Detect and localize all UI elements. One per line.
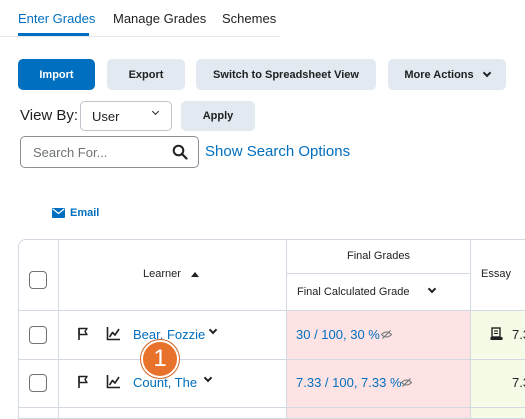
grades-table: Learner Final Grades Final Calculated Gr…	[18, 239, 525, 419]
learner-column-header[interactable]: Learner	[143, 268, 181, 280]
essay-column-header[interactable]: Essay	[481, 268, 511, 280]
column-divider	[286, 240, 287, 418]
progress-chart-icon[interactable]	[106, 326, 121, 341]
view-by-label: View By:	[20, 107, 79, 124]
chevron-down-icon[interactable]	[203, 373, 213, 383]
email-label: Email	[70, 207, 100, 219]
search-placeholder: Search For...	[33, 145, 108, 160]
chevron-down-icon	[151, 107, 160, 116]
final-grade-link[interactable]: 7.33 / 100, 7.33 %	[296, 375, 402, 390]
final-grade-link[interactable]: 30 / 100, 30 %	[296, 327, 380, 342]
hidden-eye-icon	[401, 378, 412, 387]
row-divider	[19, 407, 525, 408]
essay-grade-value[interactable]: 7.3	[512, 327, 525, 342]
switch-spreadsheet-view-button[interactable]: Switch to Spreadsheet View	[196, 59, 376, 90]
export-button[interactable]: Export	[107, 59, 185, 90]
switch-spreadsheet-view-label: Switch to Spreadsheet View	[213, 68, 359, 81]
callout-number: 1	[153, 345, 167, 372]
sort-ascending-icon[interactable]	[191, 272, 199, 277]
final-grades-group-header: Final Grades	[347, 250, 410, 262]
apply-button-label: Apply	[202, 110, 234, 122]
row-divider	[19, 359, 525, 360]
header-subdivider	[286, 273, 470, 274]
more-actions-button[interactable]: More Actions	[388, 59, 506, 90]
search-input[interactable]: Search For...	[20, 136, 199, 168]
chevron-down-icon[interactable]	[208, 325, 218, 335]
more-actions-label: More Actions	[404, 68, 474, 81]
view-by-select[interactable]: User	[80, 101, 172, 131]
email-button[interactable]: Email	[52, 207, 99, 219]
essay-grade-value[interactable]: 7.3	[512, 375, 525, 390]
column-divider	[470, 240, 471, 418]
show-search-options-link[interactable]: Show Search Options	[205, 143, 350, 160]
learner-name-link[interactable]: Bear, Fozzie	[133, 327, 205, 342]
search-icon[interactable]	[172, 144, 188, 160]
active-tab-indicator	[18, 33, 89, 36]
column-divider	[58, 240, 59, 418]
row-select-checkbox[interactable]	[29, 326, 47, 344]
row-select-checkbox[interactable]	[29, 374, 47, 392]
tab-bar-divider	[0, 36, 280, 37]
select-all-checkbox[interactable]	[29, 271, 47, 289]
view-by-selected-value: User	[92, 108, 120, 124]
progress-chart-icon[interactable]	[106, 374, 121, 389]
envelope-icon	[52, 208, 65, 218]
hidden-eye-icon	[381, 330, 392, 339]
import-button[interactable]: Import	[18, 59, 95, 90]
tab-manage-grades[interactable]: Manage Grades	[113, 11, 206, 26]
header-bottom-divider	[19, 310, 525, 311]
import-button-label: Import	[39, 68, 74, 81]
flag-icon[interactable]	[77, 327, 89, 341]
apply-button[interactable]: Apply	[181, 101, 255, 131]
export-button-label: Export	[128, 68, 164, 81]
chevron-down-icon[interactable]	[427, 284, 437, 294]
callout-badge: 1	[141, 340, 179, 378]
final-calculated-grade-header[interactable]: Final Calculated Grade	[297, 286, 410, 298]
tab-schemes[interactable]: Schemes	[222, 11, 276, 26]
flag-icon[interactable]	[77, 375, 89, 389]
chevron-down-icon	[482, 68, 491, 77]
submission-icon[interactable]	[490, 327, 503, 341]
tab-enter-grades[interactable]: Enter Grades	[18, 11, 95, 26]
